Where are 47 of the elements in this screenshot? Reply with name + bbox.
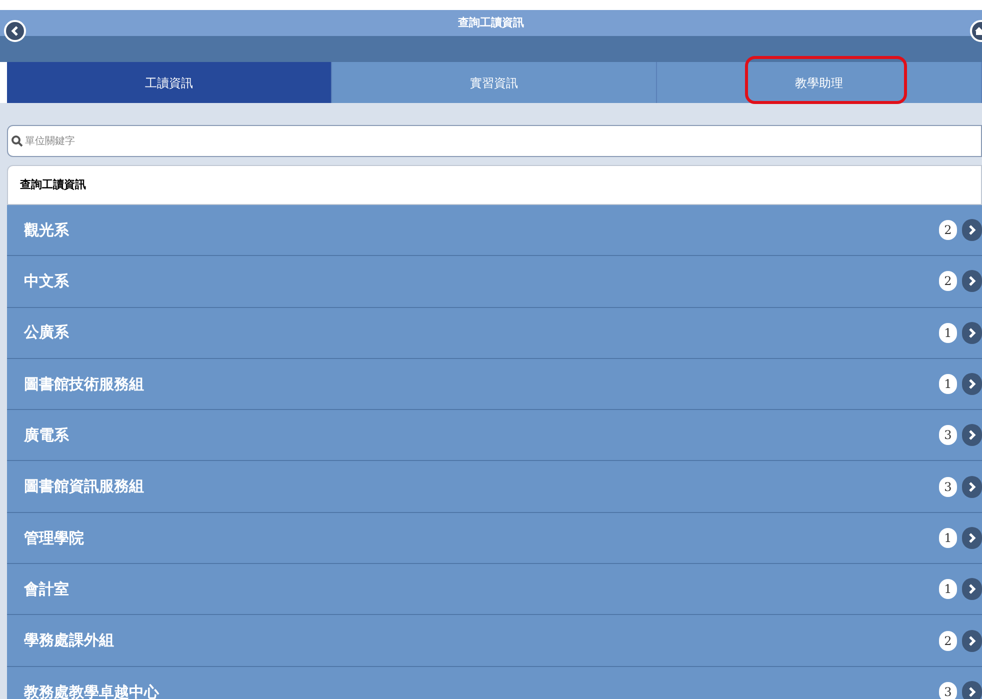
count-badge: 1 (939, 374, 957, 394)
list-item[interactable]: 中文系 2 (7, 256, 982, 308)
item-label: 教務處教學卓越中心 (24, 682, 160, 699)
list-item[interactable]: 公廣系 1 (7, 308, 982, 359)
item-label: 中文系 (24, 271, 70, 292)
list-heading: 查詢工讀資訊 (20, 176, 86, 193)
list-item[interactable]: 圖書館技術服務組 1 (7, 358, 982, 410)
chevron-right-icon (962, 322, 982, 344)
item-label: 管理學院 (24, 528, 85, 549)
chevron-right-icon (962, 578, 982, 600)
search-field[interactable]: 單位關鍵字 (7, 125, 982, 157)
header-title: 查詢工讀資訊 (458, 14, 524, 31)
chevron-right-icon (962, 630, 982, 652)
item-label: 學務處課外組 (24, 630, 115, 652)
chevron-right-icon (962, 476, 982, 498)
chevron-right-icon (962, 526, 982, 549)
item-label: 公廣系 (24, 322, 70, 344)
item-label: 圖書館資訊服務組 (24, 476, 145, 498)
item-label: 廣電系 (24, 425, 70, 446)
count-badge: 3 (939, 425, 957, 446)
count-badge: 2 (939, 220, 957, 240)
home-icon (975, 26, 982, 36)
chevron-right-icon (962, 219, 982, 242)
count-badge: 3 (939, 476, 957, 497)
chevron-left-icon (10, 26, 20, 36)
list-item[interactable]: 觀光系 2 (7, 205, 982, 256)
list-item[interactable]: 圖書館資訊服務組 3 (7, 461, 982, 513)
item-label: 觀光系 (24, 220, 70, 241)
chevron-right-icon (962, 680, 982, 699)
chevron-right-icon (962, 373, 982, 396)
item-label: 會計室 (24, 578, 70, 600)
list-item[interactable]: 廣電系 3 (7, 410, 982, 462)
chevron-right-icon (962, 270, 982, 292)
count-badge: 1 (939, 528, 957, 548)
item-label: 圖書館技術服務組 (24, 374, 145, 395)
chevron-right-icon (962, 424, 982, 446)
count-badge: 2 (939, 630, 957, 651)
count-badge: 2 (939, 271, 957, 292)
count-badge: 1 (939, 579, 957, 600)
list-item[interactable]: 學務處課外組 2 (7, 615, 982, 667)
list-item[interactable]: 會計室 1 (7, 564, 982, 616)
list-item[interactable]: 管理學院 1 (7, 512, 982, 564)
count-badge: 3 (939, 682, 957, 699)
search-icon (11, 135, 23, 147)
tab[interactable]: 工讀資訊 (7, 62, 332, 103)
list-item[interactable]: 教務處教學卓越中心 3 (7, 666, 982, 699)
count-badge: 1 (939, 322, 957, 343)
